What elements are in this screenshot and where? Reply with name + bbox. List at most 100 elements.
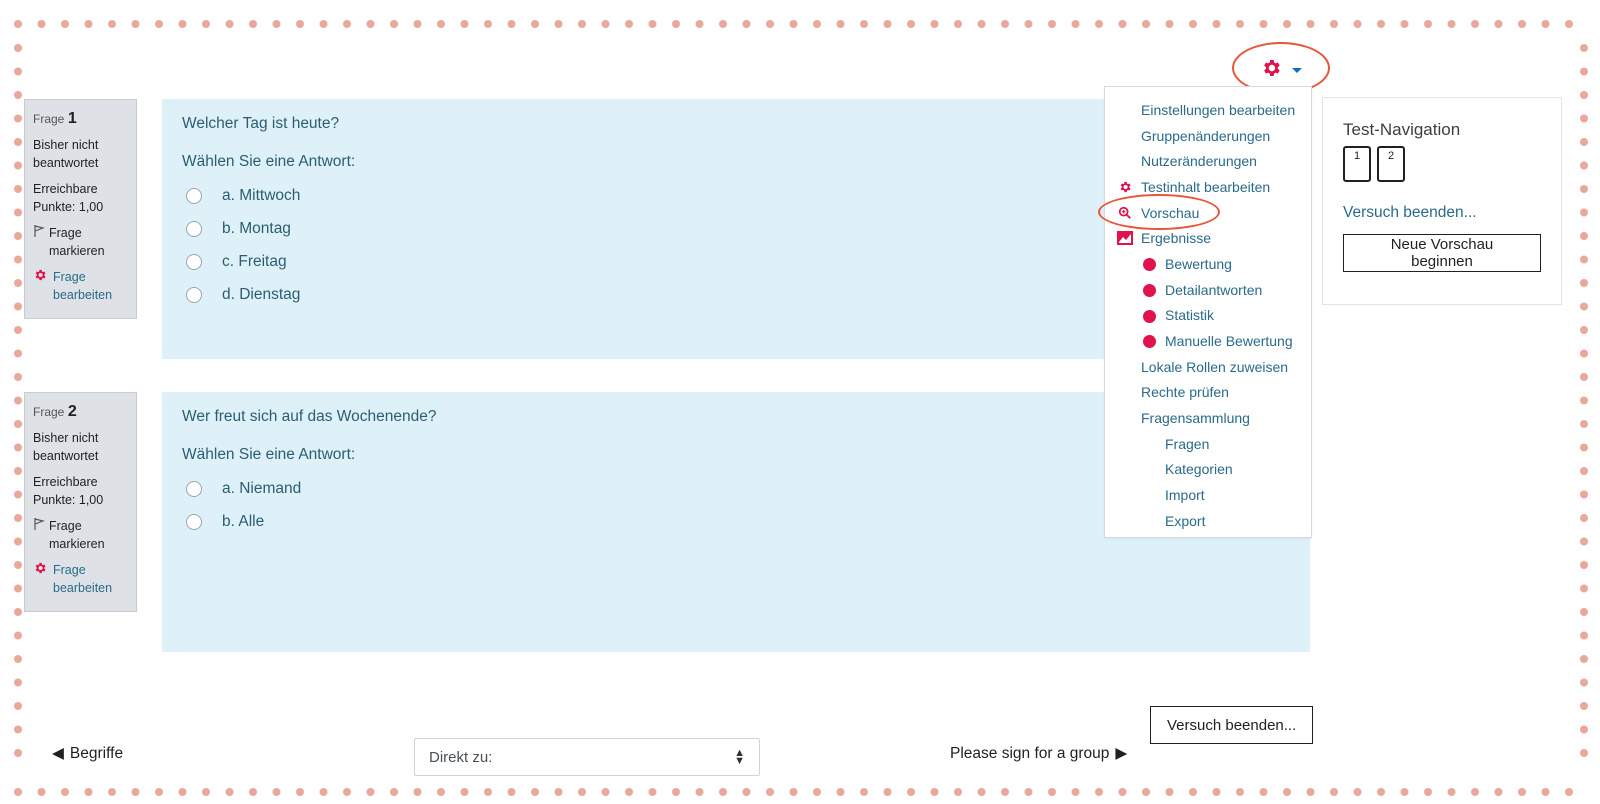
frame-dot (695, 20, 704, 28)
frame-dot (1330, 20, 1338, 28)
finish-attempt-button[interactable]: Versuch beenden... (1150, 706, 1314, 744)
frame-dot (1580, 514, 1588, 522)
frame-dot (14, 302, 22, 311)
edit-question-link[interactable]: Frage bearbeiten (33, 561, 128, 597)
menu-item-statistik[interactable]: Statistik (1105, 303, 1311, 329)
frame-dot (155, 20, 163, 28)
menu-item-gruppenänderungen[interactable]: Gruppenänderungen (1105, 123, 1311, 149)
finish-attempt-link[interactable]: Versuch beenden... (1343, 204, 1541, 222)
frame-dot (1580, 138, 1588, 146)
frame-dot (672, 20, 680, 28)
frame-dot (14, 20, 22, 28)
frame-dot (625, 20, 633, 28)
frame-dot (1306, 20, 1315, 28)
frame-dot (954, 788, 962, 796)
frame-dot (1471, 20, 1479, 28)
nav-question-button[interactable]: 1 (1343, 146, 1371, 182)
frame-dot (1424, 788, 1432, 796)
edit-question-link[interactable]: Frage bearbeiten (33, 268, 128, 304)
menu-item-lokale-rollen-zuweisen[interactable]: Lokale Rollen zuweisen (1105, 354, 1311, 380)
frame-dot (1165, 20, 1174, 28)
frame-dot (977, 788, 986, 796)
frame-dot (1330, 788, 1338, 796)
frame-dot (1580, 91, 1588, 99)
menu-item-rechte-prüfen[interactable]: Rechte prüfen (1105, 380, 1311, 406)
frame-dot (1001, 788, 1009, 796)
flag-question-link[interactable]: Frage markieren (33, 224, 128, 260)
frame-dot (1580, 702, 1588, 710)
frame-dot (484, 788, 492, 796)
frame-dot (84, 20, 93, 28)
menu-item-import[interactable]: Import (1105, 482, 1311, 508)
frame-dot (14, 67, 22, 76)
prev-activity-link[interactable]: ◀ Begriffe (52, 744, 123, 763)
radio-button[interactable] (186, 220, 202, 237)
frame-dot (14, 631, 22, 640)
menu-item-einstellungen-bearbeiten[interactable]: Einstellungen bearbeiten (1105, 97, 1311, 123)
frame-dot (155, 788, 163, 796)
radio-button[interactable] (186, 253, 202, 270)
menu-item-ergebnisse[interactable]: Ergebnisse (1105, 225, 1311, 251)
frame-dot (1071, 20, 1080, 28)
menu-item-label: Testinhalt bearbeiten (1141, 178, 1271, 195)
frame-dot (14, 678, 22, 687)
next-activity-link[interactable]: Please sign for a group ▶ (950, 744, 1127, 763)
frame-dot (1565, 20, 1573, 28)
question-info-2: Frage 2 Bisher nicht beantwortet Erreich… (24, 392, 137, 612)
menu-item-kategorien[interactable]: Kategorien (1105, 457, 1311, 483)
new-preview-button[interactable]: Neue Vorschau beginnen (1343, 234, 1541, 272)
flag-icon (33, 224, 46, 243)
frame-dot (14, 326, 22, 334)
nav-question-button[interactable]: 2 (1377, 146, 1405, 182)
frame-dot (1212, 20, 1221, 28)
answer-label: a. Mittwoch (222, 186, 301, 204)
frame-dot (249, 20, 257, 28)
flag-label: Frage markieren (49, 519, 105, 551)
frame-dot (14, 537, 22, 546)
menu-item-label: Import (1165, 487, 1205, 504)
radio-button[interactable] (186, 513, 202, 530)
gear-icon (33, 561, 47, 597)
frame-dot (14, 161, 22, 170)
frame-dot (883, 788, 892, 796)
frame-dot (1471, 788, 1479, 796)
frame-dot (1580, 396, 1588, 405)
frame-dot (413, 20, 422, 28)
frame-dot (14, 490, 22, 499)
menu-item-fragensammlung[interactable]: Fragensammlung (1105, 405, 1311, 431)
radio-button[interactable] (186, 480, 202, 497)
bullet-icon (1143, 283, 1156, 297)
frame-dot (625, 788, 633, 796)
frame-dot (343, 788, 351, 796)
gear-menu-toggle[interactable] (1246, 52, 1316, 88)
menu-item-vorschau[interactable]: Vorschau (1105, 200, 1311, 226)
frame-dot (930, 20, 939, 28)
menu-item-bewertung[interactable]: Bewertung (1105, 251, 1311, 277)
frame-dot (1580, 584, 1588, 593)
frame-dot (14, 232, 22, 240)
menu-item-export[interactable]: Export (1105, 508, 1311, 534)
frame-dot (1189, 20, 1197, 28)
menu-item-nutzeränderungen[interactable]: Nutzeränderungen (1105, 148, 1311, 174)
frame-dot (14, 373, 22, 381)
menu-item-label: Ergebnisse (1141, 230, 1212, 247)
frame-dot (460, 788, 469, 796)
frame-dot (1580, 114, 1588, 123)
frame-dot (1580, 279, 1588, 287)
menu-item-manuelle-bewertung[interactable]: Manuelle Bewertung (1105, 328, 1311, 354)
frame-dot (178, 788, 187, 796)
menu-item-fragen[interactable]: Fragen (1105, 431, 1311, 457)
radio-button[interactable] (186, 286, 202, 303)
caret-down-icon (1292, 67, 1302, 73)
menu-item-detailantworten[interactable]: Detailantworten (1105, 277, 1311, 303)
frame-dot (1580, 561, 1588, 569)
flag-question-link[interactable]: Frage markieren (33, 517, 128, 553)
menu-item-testinhalt-bearbeiten[interactable]: Testinhalt bearbeiten (1105, 174, 1311, 200)
frame-dot (1142, 788, 1150, 796)
question-label: Frage (33, 112, 65, 126)
radio-button[interactable] (186, 187, 202, 204)
next-activity-label: Please sign for a group (950, 744, 1110, 762)
frame-dot (296, 20, 304, 28)
jump-to-select[interactable]: Direkt zu: ▲ ▼ (414, 738, 760, 776)
frame-dot (860, 20, 868, 28)
